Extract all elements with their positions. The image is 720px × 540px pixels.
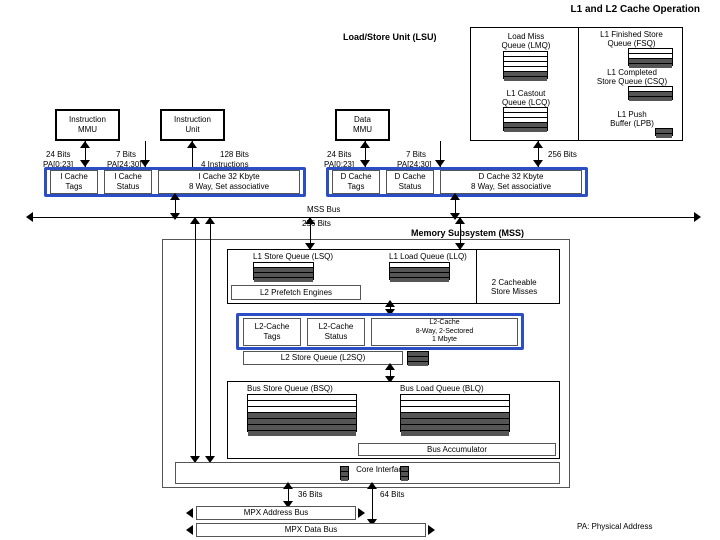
arrow [367,482,377,489]
lsu-title: Load/Store Unit (LSU) [343,32,437,42]
mss-bus-line [30,217,698,218]
pfe-box: L2 Prefetch Engines [231,285,361,300]
64bits: 64 Bits [380,490,404,499]
arrow [170,193,180,200]
icache-status: I Cache Status [104,170,152,194]
arrow [186,508,193,518]
lmq-queue [503,51,548,79]
7bits-left: 7 Bits [116,150,136,159]
dcache-status: D Cache Status [386,170,434,194]
arrow [190,217,200,224]
arrow [533,160,543,167]
bus-accum: Bus Accumulator [358,443,556,456]
arrow [385,363,395,370]
csq-queue [628,86,673,100]
36bits: 36 Bits [298,490,322,499]
page-title: L1 and L2 Cache Operation [571,4,700,15]
l1-divider [476,249,477,304]
arrow [435,160,445,167]
l2sq-box: L2 Store Queue (L2SQ) [243,351,403,365]
arrow [358,508,365,518]
24bits-right: 24 Bits [327,150,351,159]
arrow [385,300,395,307]
dcache-main: D Cache 32 Kbyte 8 Way, Set associative [440,170,582,194]
instr-mmu-box: Instruction MMU [55,109,120,141]
arrow [186,525,193,535]
arrow [694,212,701,222]
l2-tags: L2-Cache Tags [243,318,301,346]
arrow [80,141,90,148]
128bits: 128 Bits [220,150,249,159]
core-interface: Core Interface [175,462,560,484]
llq-queue [389,262,450,280]
bsq-label: Bus Store Queue (BSQ) [247,384,333,393]
arrow [80,160,90,167]
arrow [140,160,150,167]
l2-status: L2-Cache Status [307,318,365,346]
core-q1 [340,466,349,480]
instr-unit-box: Instruction Unit [160,109,225,141]
lpb-queue [655,128,673,136]
v-line [195,217,196,462]
mpx-data-bus: MPX Data Bus [196,523,426,537]
arrow [360,160,370,167]
fsq-title: L1 Finished StoreQueue (FSQ) [584,30,679,48]
arrow [455,217,465,224]
arrow [26,212,33,222]
lsu-divider [578,27,579,141]
arrow [428,525,435,535]
lsq-queue [253,262,314,280]
24bits-left: 24 Bits [46,150,70,159]
pa-note: PA: Physical Address [577,522,652,531]
lpb-title: L1 PushBuffer (LPB) [587,110,677,128]
l2sq-queue [407,351,429,365]
arrow [283,482,293,489]
arrow [170,213,180,220]
lsq-label: L1 Store Queue (LSQ) [253,252,333,261]
csm-label: 2 Cacheable Store Misses [491,278,537,296]
data-mmu-box: Data MMU [335,109,390,141]
l2-main: L2-Cache 8-Way, 2-Sectored 1 Mbyte [371,318,518,346]
lmq-title: Load MissQueue (LMQ) [496,32,556,50]
256bits: 256 Bits [548,150,577,159]
lcq-title: L1 CastoutQueue (LCQ) [496,89,556,107]
bsq-queue [247,394,357,432]
arrow [187,141,197,148]
icache-main: I Cache 32 Kbyte 8 Way, Set associative [158,170,300,194]
blq-label: Bus Load Queue (BLQ) [400,384,484,393]
mss-title: Memory Subsystem (MSS) [411,228,524,238]
blq-queue [400,394,510,432]
llq-label: L1 Load Queue (LLQ) [389,252,467,261]
arrow [305,217,315,224]
lcq-queue [503,107,548,131]
arrow [450,193,460,200]
v-line [210,217,211,462]
arrow [360,141,370,148]
v-line [372,484,373,524]
dcache-tags: D Cache Tags [332,170,380,194]
mpx-addr-bus: MPX Address Bus [196,506,356,520]
mss-bus-label: MSS Bus [307,205,340,214]
csq-title: L1 CompletedStore Queue (CSQ) [587,68,677,86]
fsq-queue [628,48,673,66]
7bits-right: 7 Bits [406,150,426,159]
icache-tags: I Cache Tags [50,170,98,194]
core-q2 [400,466,409,480]
arrow [533,141,543,148]
arrow [205,217,215,224]
